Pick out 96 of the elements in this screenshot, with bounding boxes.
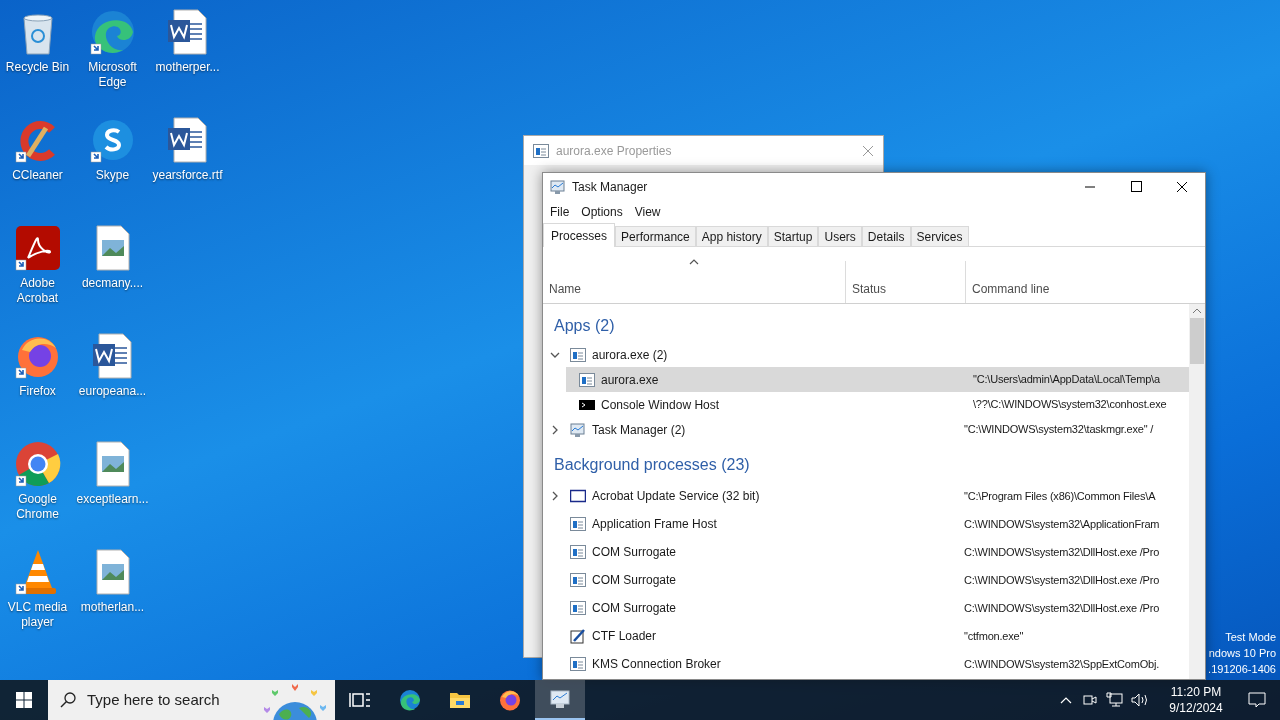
window-title: aurora.exe Properties — [556, 142, 672, 160]
command-line-text: "ctfmon.exe" — [963, 628, 1024, 644]
monitor-chart-icon — [570, 421, 586, 438]
desktop-icon-label[interactable]: Skype — [75, 168, 150, 183]
group-heading: Background processes (23) — [553, 455, 751, 475]
column-header[interactable]: Name — [543, 280, 845, 303]
column-header[interactable]: Status — [846, 280, 965, 303]
command-line-text: "C:\WINDOWS\system32\taskmgr.exe" / — [963, 422, 1154, 438]
process-row[interactable]: Console Window Host \??\C:\WINDOWS\system32\conhost.exe — [566, 392, 1189, 417]
app-window-icon — [570, 600, 586, 616]
tab[interactable]: Performance — [615, 226, 696, 246]
menu-item[interactable]: View — [631, 203, 664, 221]
desktop-icon-label[interactable]: CCleaner — [0, 168, 75, 183]
desktop-icon-label[interactable]: yearsforce.rtf — [150, 168, 225, 183]
process-row[interactable]: KMS Connection Broker C:\WINDOWS\system32\SppExtComObj. — [543, 651, 1189, 677]
system-info-text: ndows 10 Pro — [1208, 646, 1276, 661]
speaker-icon[interactable] — [1130, 692, 1150, 708]
desktop-icon-label[interactable]: europeana... — [75, 384, 150, 399]
process-row[interactable]: aurora.exe "C:\Users\admin\AppData\Local\Temp\a — [566, 367, 1189, 392]
clock-date: 9/12/2024 — [1169, 700, 1223, 716]
tab[interactable]: Services — [910, 226, 969, 246]
search-icon — [60, 692, 76, 708]
window-title: Task Manager — [572, 179, 648, 196]
process-name: CTF Loader — [592, 628, 658, 645]
swirl-logo-icon — [398, 688, 422, 712]
tab[interactable]: Processes — [543, 223, 616, 247]
desktop-icon-label[interactable]: Adobe Acrobat — [0, 276, 75, 306]
tab[interactable]: Details — [861, 226, 911, 246]
process-row[interactable]: Acrobat Update Service (32 bit) "C:\Program Files (x86)\Common Files\A — [543, 483, 1189, 509]
process-row[interactable]: COM Surrogate C:\WINDOWS\system32\DllHost.exe /Pro — [543, 567, 1189, 593]
group-heading: Apps (2) — [553, 316, 616, 336]
command-line-text: C:\WINDOWS\system32\DllHost.exe /Pro — [963, 600, 1160, 616]
process-name: COM Surrogate — [592, 544, 678, 561]
process-name: Task Manager (2) — [592, 421, 687, 439]
menu-item[interactable]: File — [547, 203, 573, 221]
process-row[interactable]: CTF Loader "ctfmon.exe" — [543, 623, 1189, 649]
search-field[interactable]: Type here to search — [48, 680, 335, 720]
command-line-text: C:\WINDOWS\system32\SppExtComObj. — [963, 656, 1160, 672]
windows-logo-icon — [16, 692, 32, 708]
process-name: COM Surrogate — [592, 572, 678, 589]
process-name: Acrobat Update Service (32 bit) — [592, 488, 761, 505]
process-name: Console Window Host — [601, 396, 721, 414]
taskbar-button[interactable] — [535, 680, 585, 720]
chevron-icon[interactable] — [550, 424, 560, 435]
desktop-icon-label[interactable]: VLC media player — [0, 600, 75, 630]
desktop-icon-label[interactable]: motherlan... — [75, 600, 150, 615]
desktop-icon-label[interactable]: Microsoft Edge — [75, 60, 150, 90]
notification-icon[interactable] — [1248, 691, 1266, 709]
app-window-icon — [579, 371, 595, 388]
system-info-text: Test Mode — [1225, 630, 1276, 645]
desktop-icon-label[interactable]: motherper... — [150, 60, 225, 75]
monitor-chart-icon — [550, 179, 566, 195]
scrollbar-thumb[interactable] — [1190, 318, 1204, 364]
process-row[interactable]: Application Frame Host C:\WINDOWS\system32\ApplicationFram — [543, 511, 1189, 537]
frame-icon — [570, 488, 586, 504]
app-window-icon — [570, 656, 586, 672]
command-line-text: C:\WINDOWS\system32\DllHost.exe /Pro — [963, 544, 1160, 560]
network-icon[interactable] — [1106, 692, 1124, 708]
fox-logo-icon — [498, 688, 522, 712]
process-row[interactable]: Task Manager (2) "C:\WINDOWS\system32\taskmgr.exe" / — [543, 417, 1189, 442]
menu-item[interactable]: Options — [578, 203, 626, 221]
search-input[interactable]: Type here to search — [87, 688, 227, 712]
tab[interactable]: App history — [695, 226, 768, 246]
command-line-text: C:\WINDOWS\system32\DllHost.exe /Pro — [963, 572, 1160, 588]
tab[interactable]: Startup — [767, 226, 819, 246]
column-header[interactable]: Command line — [966, 280, 1205, 303]
chevron-icon[interactable] — [550, 491, 560, 501]
camera-icon[interactable] — [1082, 692, 1098, 708]
desktop-icon-label[interactable]: decmany.... — [75, 276, 150, 291]
process-row[interactable]: COM Surrogate C:\WINDOWS\system32\DllHost.exe /Pro — [543, 595, 1189, 621]
command-line-text: \??\C:\WINDOWS\system32\conhost.exe — [972, 397, 1167, 413]
app-window-icon — [570, 572, 586, 588]
process-name: aurora.exe (2) — [592, 346, 669, 364]
desktop-icon-label[interactable]: Firefox — [0, 384, 75, 399]
pen-pad-icon — [570, 628, 586, 644]
system-info-text: .191206-1406 — [1208, 662, 1276, 677]
command-line-text: "C:\Users\admin\AppData\Local\Temp\a — [972, 372, 1160, 388]
process-row[interactable]: aurora.exe (2) — [543, 342, 1189, 367]
command-line-text: "C:\Program Files (x86)\Common Files\A — [963, 488, 1156, 504]
app-window-icon — [570, 544, 586, 560]
close-icon[interactable] — [862, 144, 874, 157]
process-name: Application Frame Host — [592, 516, 718, 533]
desktop-icon-label[interactable]: Recycle Bin — [0, 60, 75, 75]
process-row[interactable]: COM Surrogate C:\WINDOWS\system32\DllHost.exe /Pro — [543, 539, 1189, 565]
clock-time: 11:20 PM — [1170, 684, 1222, 700]
tab[interactable]: Users — [818, 226, 862, 246]
scrollbar[interactable] — [1189, 304, 1205, 679]
clock[interactable]: 11:20 PM 9/12/2024 — [1158, 684, 1234, 716]
monitor-chart-icon — [548, 687, 572, 711]
command-line-text: C:\WINDOWS\system32\ApplicationFram — [963, 516, 1160, 532]
app-window-icon — [533, 142, 549, 159]
app-window-icon — [570, 516, 586, 532]
app-window-icon — [570, 346, 586, 363]
process-name: COM Surrogate — [592, 600, 678, 617]
process-name: aurora.exe — [601, 371, 660, 389]
process-name: KMS Connection Broker — [592, 656, 722, 673]
